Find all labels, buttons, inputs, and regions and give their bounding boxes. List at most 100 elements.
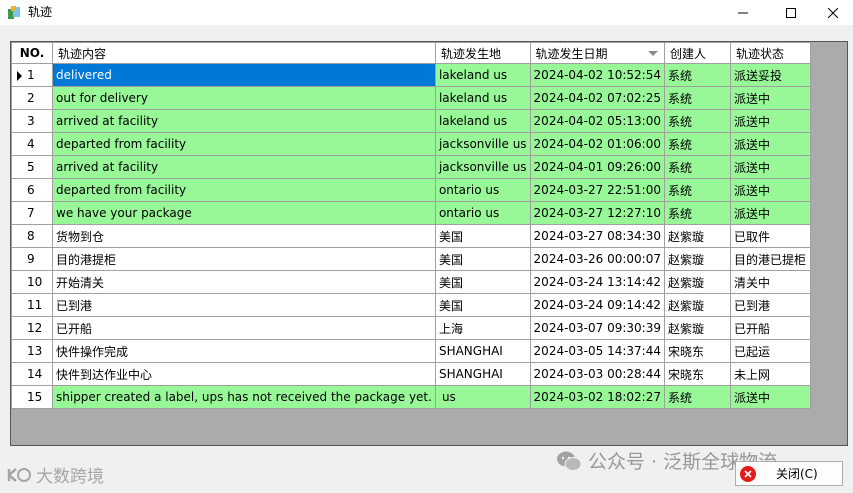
- table-row[interactable]: 3 arrived at facility lakeland us 2024-04-0…: [11, 109, 811, 133]
- cell-content[interactable]: 目的港提柜: [52, 247, 436, 271]
- cell-status[interactable]: 未上网: [730, 362, 811, 386]
- cell-content[interactable]: 货物到仓: [52, 224, 436, 248]
- table-row[interactable]: 5 arrived at facility jacksonville us 2024-…: [11, 155, 811, 179]
- cell-date[interactable]: 2024-03-02 18:02:27: [529, 385, 666, 409]
- table-row[interactable]: 8 货物到仓 美国 2024-03-27 08:34:30 赵紫璇 已取件: [11, 224, 811, 248]
- cell-content[interactable]: arrived at facility: [52, 109, 436, 133]
- cell-content[interactable]: shipper created a label, ups has not rec…: [52, 385, 436, 409]
- cell-place[interactable]: jacksonville us: [434, 132, 531, 156]
- cell-status[interactable]: 派送中: [730, 86, 811, 110]
- table-row[interactable]: 12 已开船 上海 2024-03-07 09:30:39 赵紫璇 已开船: [11, 316, 811, 340]
- cell-creator[interactable]: 赵紫璇: [664, 293, 731, 317]
- header-creator[interactable]: 创建人: [664, 42, 731, 64]
- cell-creator[interactable]: 系统: [664, 201, 731, 225]
- cell-creator[interactable]: 系统: [664, 155, 731, 179]
- cell-creator[interactable]: 系统: [664, 178, 731, 202]
- row-number[interactable]: 11: [11, 293, 53, 317]
- cell-place[interactable]: lakeland us: [434, 109, 531, 133]
- row-number[interactable]: 1: [11, 63, 53, 87]
- cell-content[interactable]: out for delivery: [52, 86, 436, 110]
- header-status[interactable]: 轨迹状态: [730, 42, 811, 64]
- cell-content[interactable]: we have your package: [52, 201, 436, 225]
- cell-creator[interactable]: 宋晓东: [664, 362, 731, 386]
- row-number[interactable]: 4: [11, 132, 53, 156]
- cell-place[interactable]: us: [434, 385, 531, 409]
- row-number[interactable]: 15: [11, 385, 53, 409]
- row-number[interactable]: 12: [11, 316, 53, 340]
- cell-status[interactable]: 清关中: [730, 270, 811, 294]
- cell-creator[interactable]: 宋晓东: [664, 339, 731, 363]
- table-row[interactable]: 4 departed from facility jacksonville us 20…: [11, 132, 811, 156]
- cell-creator[interactable]: 系统: [664, 132, 731, 156]
- track-grid[interactable]: NO. 轨迹内容 轨迹发生地 轨迹发生日期 创建人 轨迹状态 1 delivere…: [10, 41, 848, 446]
- cell-status[interactable]: 已取件: [730, 224, 811, 248]
- cell-place[interactable]: SHANGHAI: [434, 339, 531, 363]
- header-place[interactable]: 轨迹发生地: [434, 42, 531, 64]
- cell-status[interactable]: 已到港: [730, 293, 811, 317]
- cell-place[interactable]: lakeland us: [434, 86, 531, 110]
- cell-status[interactable]: 派送中: [730, 109, 811, 133]
- cell-date[interactable]: 2024-04-02 05:13:00: [529, 109, 666, 133]
- cell-place[interactable]: lakeland us: [434, 63, 531, 87]
- cell-creator[interactable]: 系统: [664, 63, 731, 87]
- row-number[interactable]: 2: [11, 86, 53, 110]
- table-row[interactable]: 7 we have your package ontario us 2024-03-2…: [11, 201, 811, 225]
- cell-creator[interactable]: 赵紫璇: [664, 316, 731, 340]
- cell-creator[interactable]: 系统: [664, 385, 731, 409]
- row-number[interactable]: 14: [11, 362, 53, 386]
- row-number[interactable]: 9: [11, 247, 53, 271]
- cell-content[interactable]: departed from facility: [52, 178, 436, 202]
- cell-date[interactable]: 2024-03-26 00:00:07: [529, 247, 666, 271]
- minimize-button[interactable]: [720, 0, 766, 25]
- cell-place[interactable]: 美国: [434, 247, 531, 271]
- table-row[interactable]: 15 shipper created a label, ups has not r…: [11, 385, 811, 409]
- cell-date[interactable]: 2024-03-07 09:30:39: [529, 316, 666, 340]
- header-content[interactable]: 轨迹内容: [52, 42, 436, 64]
- cell-status[interactable]: 派送中: [730, 385, 811, 409]
- row-number[interactable]: 13: [11, 339, 53, 363]
- cell-place[interactable]: 美国: [434, 293, 531, 317]
- cell-status[interactable]: 已起运: [730, 339, 811, 363]
- table-row[interactable]: 2 out for delivery lakeland us 2024-04-02 0…: [11, 86, 811, 110]
- table-row[interactable]: 14 快件到达作业中心 SHANGHAI 2024-03-03 00:28:44 宋晓东…: [11, 362, 811, 386]
- row-number[interactable]: 10: [11, 270, 53, 294]
- cell-status[interactable]: 已开船: [730, 316, 811, 340]
- cell-creator[interactable]: 赵紫璇: [664, 247, 731, 271]
- table-row[interactable]: 10 开始清关 美国 2024-03-24 13:14:42 赵紫璇 清关中: [11, 270, 811, 294]
- cell-status[interactable]: 派送中: [730, 201, 811, 225]
- cell-content[interactable]: delivered: [52, 63, 436, 87]
- cell-content[interactable]: 已到港: [52, 293, 436, 317]
- cell-date[interactable]: 2024-03-03 00:28:44: [529, 362, 666, 386]
- cell-date[interactable]: 2024-03-24 13:14:42: [529, 270, 666, 294]
- cell-date[interactable]: 2024-03-24 09:14:42: [529, 293, 666, 317]
- table-row[interactable]: 6 departed from facility ontario us 2024-03…: [11, 178, 811, 202]
- row-number[interactable]: 7: [11, 201, 53, 225]
- cell-date[interactable]: 2024-04-02 01:06:00: [529, 132, 666, 156]
- table-row[interactable]: 13 快件操作完成 SHANGHAI 2024-03-05 14:37:44 宋晓东 已起…: [11, 339, 811, 363]
- cell-content[interactable]: 快件到达作业中心: [52, 362, 436, 386]
- cell-place[interactable]: jacksonville us: [434, 155, 531, 179]
- cell-place[interactable]: 美国: [434, 270, 531, 294]
- cell-place[interactable]: 上海: [434, 316, 531, 340]
- window-close-button[interactable]: [813, 0, 853, 25]
- cell-creator[interactable]: 系统: [664, 86, 731, 110]
- close-button[interactable]: 关闭(C): [735, 461, 843, 486]
- cell-date[interactable]: 2024-03-05 14:37:44: [529, 339, 666, 363]
- header-date[interactable]: 轨迹发生日期: [529, 42, 666, 64]
- row-number[interactable]: 3: [11, 109, 53, 133]
- cell-status[interactable]: 派送中: [730, 132, 811, 156]
- row-number[interactable]: 8: [11, 224, 53, 248]
- maximize-button[interactable]: [768, 0, 814, 25]
- cell-creator[interactable]: 赵紫璇: [664, 224, 731, 248]
- cell-content[interactable]: arrived at facility: [52, 155, 436, 179]
- row-number[interactable]: 5: [11, 155, 53, 179]
- cell-date[interactable]: 2024-03-27 12:27:10: [529, 201, 666, 225]
- cell-status[interactable]: 目的港已提柜: [730, 247, 811, 271]
- cell-place[interactable]: ontario us: [434, 178, 531, 202]
- cell-content[interactable]: 快件操作完成: [52, 339, 436, 363]
- cell-date[interactable]: 2024-04-01 09:26:00: [529, 155, 666, 179]
- cell-content[interactable]: 已开船: [52, 316, 436, 340]
- cell-date[interactable]: 2024-03-27 08:34:30: [529, 224, 666, 248]
- cell-creator[interactable]: 系统: [664, 109, 731, 133]
- table-row[interactable]: 1 delivered lakeland us 2024-04-02 10:52:54…: [11, 63, 811, 87]
